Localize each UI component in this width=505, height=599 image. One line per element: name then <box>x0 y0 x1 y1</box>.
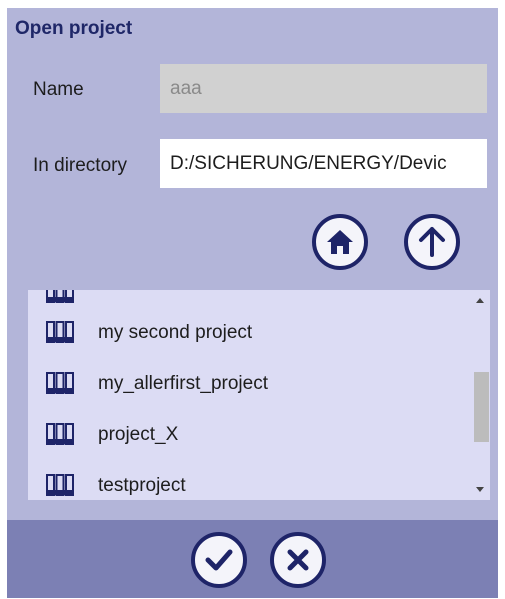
scrollbar-thumb[interactable] <box>474 372 489 442</box>
list-scrollbar[interactable] <box>471 290 490 500</box>
home-button[interactable] <box>312 214 368 270</box>
dialog-footer <box>7 520 498 598</box>
list-item-label: testproject <box>98 475 186 496</box>
project-list[interactable]: my second project my_allerfirst_project … <box>28 290 490 500</box>
list-item[interactable]: my second project <box>28 308 468 358</box>
arrow-up-icon <box>419 227 445 257</box>
list-item[interactable]: project_X <box>28 410 468 460</box>
confirm-button[interactable] <box>191 532 247 588</box>
binders-icon <box>46 474 74 496</box>
scroll-up-arrow-icon[interactable] <box>476 298 484 303</box>
list-item-label: my_allerfirst_project <box>98 373 268 394</box>
binders-icon <box>46 321 74 343</box>
binders-icon <box>46 372 74 394</box>
binders-icon <box>46 423 74 445</box>
binders-icon <box>46 290 74 303</box>
open-project-dialog: Open project Name aaa In directory D:/SI… <box>7 8 498 598</box>
directory-field[interactable]: D:/SICHERUNG/ENERGY/Devic <box>160 139 487 188</box>
scroll-down-arrow-icon[interactable] <box>476 487 484 492</box>
checkmark-icon <box>205 549 233 571</box>
cancel-button[interactable] <box>270 532 326 588</box>
dialog-title: Open project <box>15 18 133 39</box>
home-icon <box>327 230 353 254</box>
list-item[interactable]: testproject <box>28 461 468 500</box>
list-item[interactable]: my_allerfirst_project <box>28 359 468 409</box>
name-field[interactable]: aaa <box>160 64 487 113</box>
up-button[interactable] <box>404 214 460 270</box>
directory-label: In directory <box>33 155 127 176</box>
name-label: Name <box>33 79 84 100</box>
close-icon <box>287 549 309 571</box>
list-item-label: my second project <box>98 322 253 343</box>
list-item-label: project_X <box>98 424 179 445</box>
